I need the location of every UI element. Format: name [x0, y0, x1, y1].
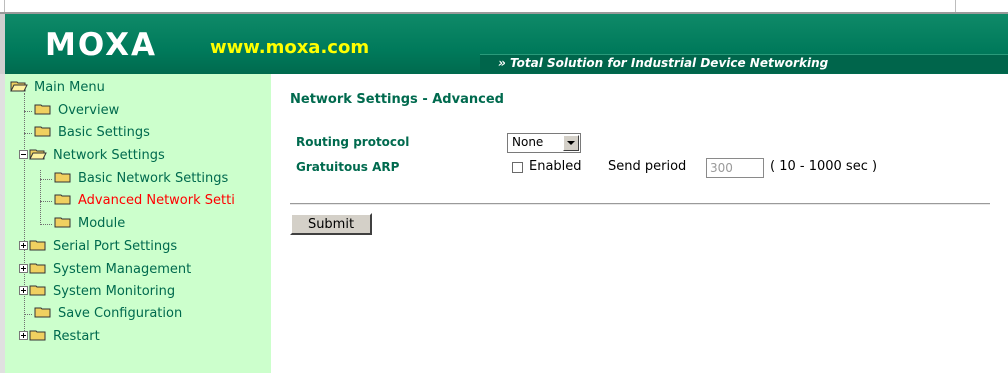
- frame-border: [0, 74, 5, 373]
- tree-line: [24, 111, 32, 112]
- folder-icon: [34, 306, 52, 318]
- sidebar-item-save-configuration[interactable]: Save Configuration: [34, 304, 182, 324]
- sidebar-item-system-management[interactable]: System Management: [19, 260, 191, 280]
- send-period-range-hint: ( 10 - 1000 sec ): [770, 159, 878, 174]
- tree-line: [40, 224, 52, 225]
- divider: [290, 203, 990, 205]
- routing-protocol-select[interactable]: None: [507, 133, 581, 153]
- sidebar-item-basic-settings[interactable]: Basic Settings: [34, 123, 150, 143]
- expand-icon[interactable]: [19, 286, 28, 295]
- tagline: » Total Solution for Industrial Device N…: [498, 56, 829, 70]
- send-period-label: Send period: [608, 159, 687, 174]
- tree-line: [40, 201, 52, 202]
- sidebar-item-system-monitoring[interactable]: System Monitoring: [19, 282, 175, 302]
- site-url: www.moxa.com: [210, 37, 370, 58]
- folder-icon: [34, 125, 52, 137]
- expand-icon[interactable]: [19, 331, 28, 340]
- open-folder-icon: [29, 148, 47, 160]
- sidebar-item-advanced-network-settings[interactable]: Advanced Network Setti: [54, 191, 235, 211]
- folder-icon: [54, 171, 72, 183]
- send-period-input[interactable]: [706, 158, 764, 178]
- tree-line: [24, 314, 32, 315]
- strip-tick: [955, 0, 956, 12]
- sidebar-item-main-menu[interactable]: Main Menu: [10, 78, 105, 98]
- submit-button[interactable]: Submit: [290, 213, 372, 235]
- sidebar-item-network-settings[interactable]: Network Settings: [19, 146, 165, 166]
- tree-line: [40, 179, 52, 180]
- expand-icon[interactable]: [19, 264, 28, 273]
- frame-border: [0, 14, 5, 74]
- sidebar-item-basic-network-settings[interactable]: Basic Network Settings: [54, 169, 228, 189]
- sidebar-item-restart[interactable]: Restart: [19, 327, 100, 347]
- sidebar-item-serial-port-settings[interactable]: Serial Port Settings: [19, 237, 177, 257]
- routing-protocol-label: Routing protocol: [296, 135, 410, 149]
- gratuitous-arp-enabled-label: Enabled: [529, 159, 582, 174]
- folder-icon: [54, 193, 72, 205]
- page-title: Network Settings - Advanced: [290, 92, 504, 107]
- gratuitous-arp-label: Gratuitous ARP: [296, 160, 400, 174]
- strip-tick: [4, 0, 5, 12]
- folder-icon: [29, 329, 47, 341]
- header-banner: MOXA www.moxa.com » Total Solution for I…: [0, 14, 1008, 74]
- moxa-logo: MOXA: [45, 27, 157, 63]
- tree-line: [24, 133, 32, 134]
- folder-icon: [34, 103, 52, 115]
- folder-icon: [29, 284, 47, 296]
- dropdown-arrow-icon[interactable]: [563, 135, 579, 151]
- gratuitous-arp-enabled-checkbox[interactable]: [512, 162, 523, 173]
- collapse-icon[interactable]: [19, 150, 28, 159]
- expand-icon[interactable]: [19, 241, 28, 250]
- open-folder-icon: [10, 80, 28, 92]
- sidebar-menu: Main Menu Overview Basic Settings Networ…: [0, 74, 271, 373]
- main-content: Network Settings - Advanced Routing prot…: [271, 74, 1008, 373]
- folder-icon: [29, 239, 47, 251]
- sidebar-item-module[interactable]: Module: [54, 214, 125, 234]
- folder-icon: [29, 262, 47, 274]
- sidebar-item-overview[interactable]: Overview: [34, 101, 119, 121]
- folder-icon: [54, 216, 72, 228]
- window-top-strip: [0, 0, 1008, 14]
- routing-protocol-value: None: [512, 135, 544, 149]
